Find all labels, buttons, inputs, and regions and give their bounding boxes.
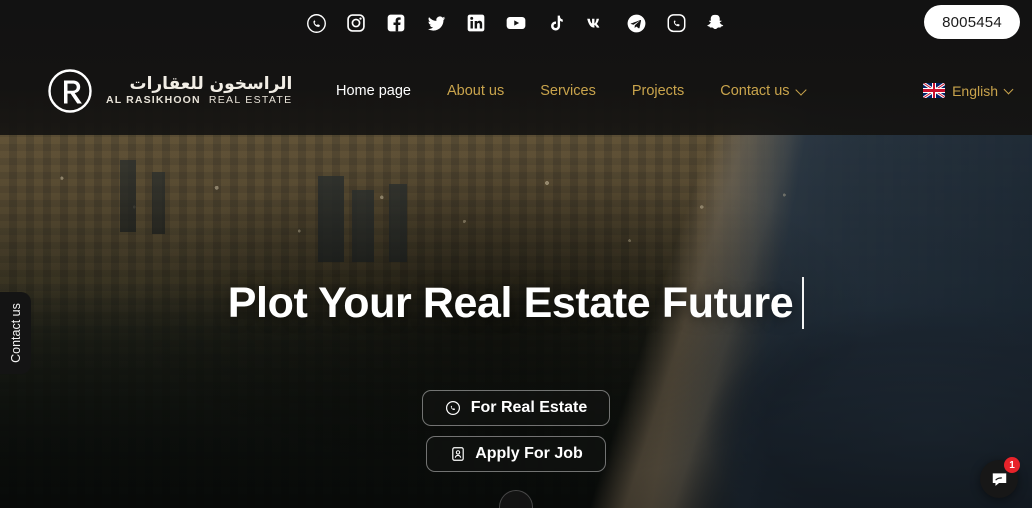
contact-us-side-tab[interactable]: Contact us [0,292,31,374]
nav-label: Home page [336,82,411,99]
uk-flag-icon [923,83,946,98]
cta-label: For Real Estate [470,399,588,416]
nav-label: About us [446,82,505,99]
main-navbar: الراسخون للعقارات AL RASIKHOON REAL ESTA… [0,46,1032,135]
logo-monogram-icon [44,65,96,117]
chevron-down-icon [797,86,806,95]
nav-label: Contact us [720,82,790,99]
nav-label: Services [540,82,596,99]
phone-number-button[interactable]: 8005454 [924,5,1020,39]
hero-content: Plot Your Real Estate Future For Real Es… [0,135,1032,508]
logo-wordmark: الراسخون للعقارات AL RASIKHOON REAL ESTA… [106,73,293,106]
language-selector[interactable]: English [923,46,1014,135]
linkedin-icon[interactable] [465,12,487,34]
logo-english-primary: AL RASIKHOON [106,93,201,106]
instagram-icon[interactable] [345,12,367,34]
nav-label: Projects [631,82,685,99]
nav-item-projects[interactable]: Projects [614,83,702,99]
chat-unread-badge: 1 [1004,457,1020,473]
vk-icon[interactable] [585,12,607,34]
facebook-icon[interactable] [385,12,407,34]
typing-caret [802,277,805,329]
twitter-icon[interactable] [425,12,447,34]
nav-item-contact-us[interactable]: Contact us [702,83,823,99]
whatsapp-icon [445,400,462,417]
site-header: 8005454 الراسخون للعقارات AL RASIKHOON R… [0,0,1032,135]
youtube-icon[interactable] [505,12,527,34]
cta-label: Apply For Job [475,445,583,462]
social-bar: 8005454 [0,0,1032,46]
id-card-icon [449,446,466,463]
language-label: English [952,82,998,99]
nav-item-about-us[interactable]: About us [429,83,522,99]
logo-arabic-text: الراسخون للعقارات [129,73,293,94]
viber-icon[interactable] [665,12,687,34]
chat-widget[interactable]: 1 [980,457,1020,498]
nav-item-services[interactable]: Services [522,83,614,99]
site-logo[interactable]: الراسخون للعقارات AL RASIKHOON REAL ESTA… [44,65,292,117]
snapchat-icon[interactable] [705,12,727,34]
logo-english-secondary: REAL ESTATE [208,93,293,106]
contact-us-side-tab-label: Contact us [8,303,23,363]
chevron-down-icon [1005,86,1014,95]
hero-headline-row: Plot Your Real Estate Future [227,277,805,329]
social-icon-list [305,12,727,34]
apply-for-job-button[interactable]: Apply For Job [426,436,606,472]
scroll-down-indicator[interactable] [499,490,533,508]
logo-english-text: AL RASIKHOON REAL ESTATE [106,95,292,106]
hero-headline: Plot Your Real Estate Future [227,278,794,327]
whatsapp-icon[interactable] [305,12,327,34]
for-real-estate-button[interactable]: For Real Estate [421,390,611,426]
hero-cta-group: For Real Estate Apply For Job [421,390,611,472]
nav-item-home-page[interactable]: Home page [318,83,429,99]
telegram-icon[interactable] [625,12,647,34]
primary-navigation: Home page About us Services Projects Con… [318,46,824,135]
tiktok-icon[interactable] [545,12,567,34]
